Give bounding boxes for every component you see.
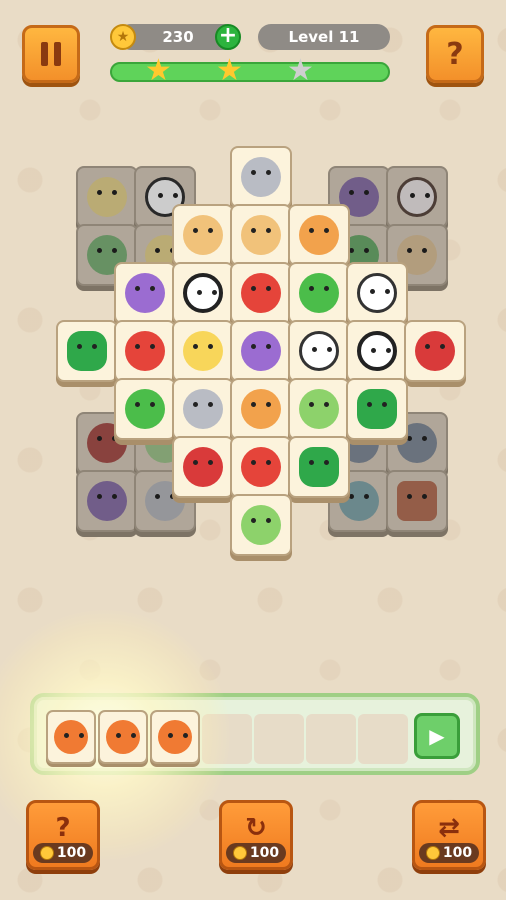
pause-icon: [41, 42, 61, 66]
tile[interactable]: [346, 262, 408, 324]
coin-icon: [232, 846, 247, 860]
shuffle-button[interactable]: ⇄ 100: [412, 800, 486, 870]
tile[interactable]: [114, 320, 176, 382]
snake-icon: [241, 505, 281, 545]
tray-tile: [46, 710, 96, 764]
tile[interactable]: [230, 320, 292, 382]
undo-button[interactable]: ↻ 100: [219, 800, 293, 870]
tile: [76, 470, 138, 532]
tile[interactable]: [288, 262, 350, 324]
tile[interactable]: [114, 378, 176, 440]
tray-slot: [358, 714, 408, 764]
dragon-icon: [125, 389, 165, 429]
tile[interactable]: [346, 320, 408, 382]
star-2-icon: ★: [216, 53, 243, 88]
fox-icon: [106, 720, 140, 754]
tray-slot: [306, 714, 356, 764]
tray-slot: [254, 714, 304, 764]
star-3-icon: ★: [287, 53, 314, 88]
tile[interactable]: [288, 436, 350, 498]
coin-icon: [425, 846, 440, 860]
hint-button[interactable]: ? 100: [26, 800, 100, 870]
koala-icon: [183, 389, 223, 429]
crab-icon: [241, 447, 281, 487]
deer-icon: [241, 215, 281, 255]
hint-cost: 100: [33, 843, 93, 863]
tile[interactable]: [172, 436, 234, 498]
crab-icon: [125, 331, 165, 371]
play-icon: ▶: [429, 724, 445, 748]
question-icon: ?: [446, 36, 464, 72]
deer-icon: [183, 215, 223, 255]
undo-icon: ↻: [245, 813, 267, 843]
cow-icon: [397, 177, 437, 217]
zebra-icon: [299, 331, 339, 371]
tile[interactable]: [172, 204, 234, 266]
undo-cost: 100: [226, 843, 286, 863]
level-text: Level 11: [288, 28, 360, 46]
crab-icon: [241, 273, 281, 313]
shuffle-cost-value: 100: [442, 845, 473, 861]
tile[interactable]: [172, 378, 234, 440]
tray-tile: [150, 710, 200, 764]
tile[interactable]: [114, 262, 176, 324]
panda-icon: [357, 331, 397, 371]
tile[interactable]: [230, 436, 292, 498]
snail-icon: [299, 215, 339, 255]
octopus-icon: [125, 273, 165, 313]
dragon-icon: [299, 273, 339, 313]
dinosaur-icon: [67, 331, 107, 371]
tile[interactable]: [230, 378, 292, 440]
chick-icon: [183, 331, 223, 371]
tile[interactable]: [288, 320, 350, 382]
shuffle-cost: 100: [419, 843, 479, 863]
starfish-icon: [397, 481, 437, 521]
ladybug-icon: [183, 447, 223, 487]
octopus-icon: [241, 331, 281, 371]
tile[interactable]: [404, 320, 466, 382]
tile[interactable]: [230, 494, 292, 556]
star-1-icon: ★: [145, 53, 172, 88]
hint-cost-value: 100: [56, 845, 87, 861]
snail-icon: [241, 389, 281, 429]
coin-count: 230: [162, 28, 194, 46]
tray-tile: [98, 710, 148, 764]
octopus-icon: [87, 481, 127, 521]
play-button[interactable]: ▶: [414, 713, 460, 759]
coin-icon: [39, 846, 54, 860]
tile[interactable]: [230, 262, 292, 324]
undo-cost-value: 100: [249, 845, 280, 861]
dinosaur-icon: [299, 447, 339, 487]
coin-icon: ★: [110, 24, 136, 50]
snake-icon: [299, 389, 339, 429]
ladybug-icon: [415, 331, 455, 371]
dinosaur-icon: [357, 389, 397, 429]
tile: [386, 470, 448, 532]
level-label: Level 11: [258, 24, 390, 50]
tile[interactable]: [56, 320, 118, 382]
zebra-icon: [357, 273, 397, 313]
add-coins-button[interactable]: +: [215, 24, 241, 50]
koala-icon: [241, 157, 281, 197]
tile[interactable]: [288, 378, 350, 440]
tile[interactable]: [172, 262, 234, 324]
hint-bulb-icon: ?: [55, 813, 71, 843]
fox-icon: [54, 720, 88, 754]
tile[interactable]: [230, 146, 292, 208]
chick-icon: [87, 177, 127, 217]
tile: [386, 166, 448, 228]
pause-button[interactable]: [22, 25, 80, 83]
tile[interactable]: [230, 204, 292, 266]
tile[interactable]: [288, 204, 350, 266]
tile[interactable]: [172, 320, 234, 382]
help-button[interactable]: ?: [426, 25, 484, 83]
fox-icon: [158, 720, 192, 754]
shuffle-icon: ⇄: [438, 813, 460, 843]
panda-icon: [183, 273, 223, 313]
tile: [76, 166, 138, 228]
tile[interactable]: [346, 378, 408, 440]
